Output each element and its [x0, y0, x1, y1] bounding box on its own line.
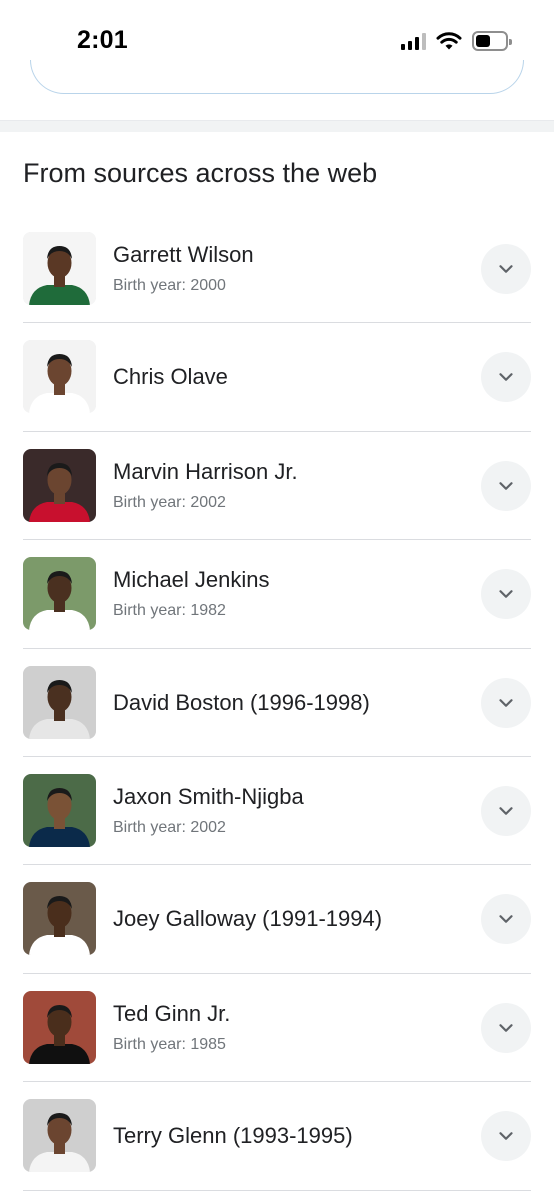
result-text: David Boston (1996-1998)	[113, 649, 370, 757]
result-name[interactable]: Marvin Harrison Jr.	[113, 457, 298, 487]
result-row[interactable]: Ted Ginn Jr. Birth year: 1985	[23, 974, 531, 1083]
result-name[interactable]: David Boston (1996-1998)	[113, 688, 370, 718]
result-row[interactable]: David Boston (1996-1998)	[23, 649, 531, 757]
result-name[interactable]: Ted Ginn Jr.	[113, 999, 230, 1029]
status-time: 2:01	[77, 26, 128, 54]
result-row[interactable]: Marvin Harrison Jr. Birth year: 2002	[23, 432, 531, 541]
result-subtitle: Birth year: 1985	[113, 1035, 226, 1053]
result-name[interactable]: Terry Glenn (1993-1995)	[113, 1121, 353, 1151]
expand-button[interactable]	[481, 894, 531, 945]
result-text: Michael Jenkins Birth year: 1982	[113, 540, 270, 648]
player-thumbnail[interactable]	[23, 1099, 96, 1173]
result-row[interactable]: Michael Jenkins Birth year: 1982	[23, 540, 531, 649]
player-thumbnail[interactable]	[23, 557, 96, 631]
chevron-down-icon	[499, 1023, 513, 1032]
expand-button[interactable]	[481, 569, 531, 620]
chevron-down-icon	[499, 1132, 513, 1140]
expand-button[interactable]	[481, 352, 531, 403]
result-text: Garrett Wilson Birth year: 2000	[113, 215, 254, 323]
result-row[interactable]: Chris Olave	[23, 323, 531, 432]
chevron-down-icon	[499, 481, 513, 490]
result-text: Chris Olave	[113, 323, 228, 431]
result-text: Terry Glenn (1993-1995)	[113, 1082, 353, 1190]
result-text: Ted Ginn Jr. Birth year: 1985	[113, 974, 230, 1082]
result-list: Garrett Wilson Birth year: 2000 Chris Olav…	[23, 215, 531, 1191]
result-name[interactable]: Garrett Wilson	[113, 240, 254, 270]
player-thumbnail[interactable]	[23, 665, 96, 739]
expand-button[interactable]	[481, 460, 531, 511]
section-divider	[0, 120, 554, 132]
result-text: Joey Galloway (1991-1994)	[113, 865, 382, 973]
expand-button[interactable]	[481, 1002, 531, 1053]
result-row[interactable]: Terry Glenn (1993-1995)	[23, 1082, 531, 1191]
result-row[interactable]: Joey Galloway (1991-1994)	[23, 865, 531, 974]
result-row[interactable]: Jaxon Smith-Njigba Birth year: 2002	[23, 757, 531, 866]
chevron-down-icon	[499, 807, 513, 815]
search-box-edge	[30, 60, 524, 94]
result-name[interactable]: Joey Galloway (1991-1994)	[113, 904, 382, 934]
result-subtitle: Birth year: 2000	[113, 277, 226, 294]
expand-button[interactable]	[481, 785, 531, 836]
wifi-icon	[436, 32, 462, 50]
expand-button[interactable]	[481, 1111, 531, 1162]
player-thumbnail[interactable]	[23, 340, 96, 414]
cellular-signal-icon	[401, 32, 426, 50]
result-text: Jaxon Smith-Njigba Birth year: 2002	[113, 757, 304, 865]
section-heading: From sources across the web	[23, 158, 378, 188]
player-thumbnail[interactable]	[23, 990, 96, 1064]
battery-icon	[472, 31, 512, 51]
chevron-down-icon	[499, 265, 513, 273]
player-thumbnail[interactable]	[23, 448, 96, 522]
result-name[interactable]: Michael Jenkins	[113, 565, 270, 595]
chevron-down-icon	[499, 373, 513, 382]
player-thumbnail[interactable]	[23, 773, 96, 847]
result-name[interactable]: Chris Olave	[113, 362, 228, 392]
player-thumbnail[interactable]	[23, 232, 96, 305]
chevron-down-icon	[499, 698, 513, 707]
result-text: Marvin Harrison Jr. Birth year: 2002	[113, 432, 298, 540]
player-thumbnail[interactable]	[23, 882, 96, 956]
result-subtitle: Birth year: 1982	[113, 602, 226, 620]
chevron-down-icon	[499, 590, 513, 599]
result-subtitle: Birth year: 2002	[113, 818, 226, 836]
expand-button[interactable]	[481, 677, 531, 728]
status-icons	[401, 30, 512, 52]
result-row[interactable]: Garrett Wilson Birth year: 2000	[23, 215, 531, 324]
expand-button[interactable]	[481, 244, 531, 294]
result-subtitle: Birth year: 2002	[113, 493, 226, 511]
chevron-down-icon	[499, 915, 513, 924]
result-name[interactable]: Jaxon Smith-Njigba	[113, 782, 304, 812]
